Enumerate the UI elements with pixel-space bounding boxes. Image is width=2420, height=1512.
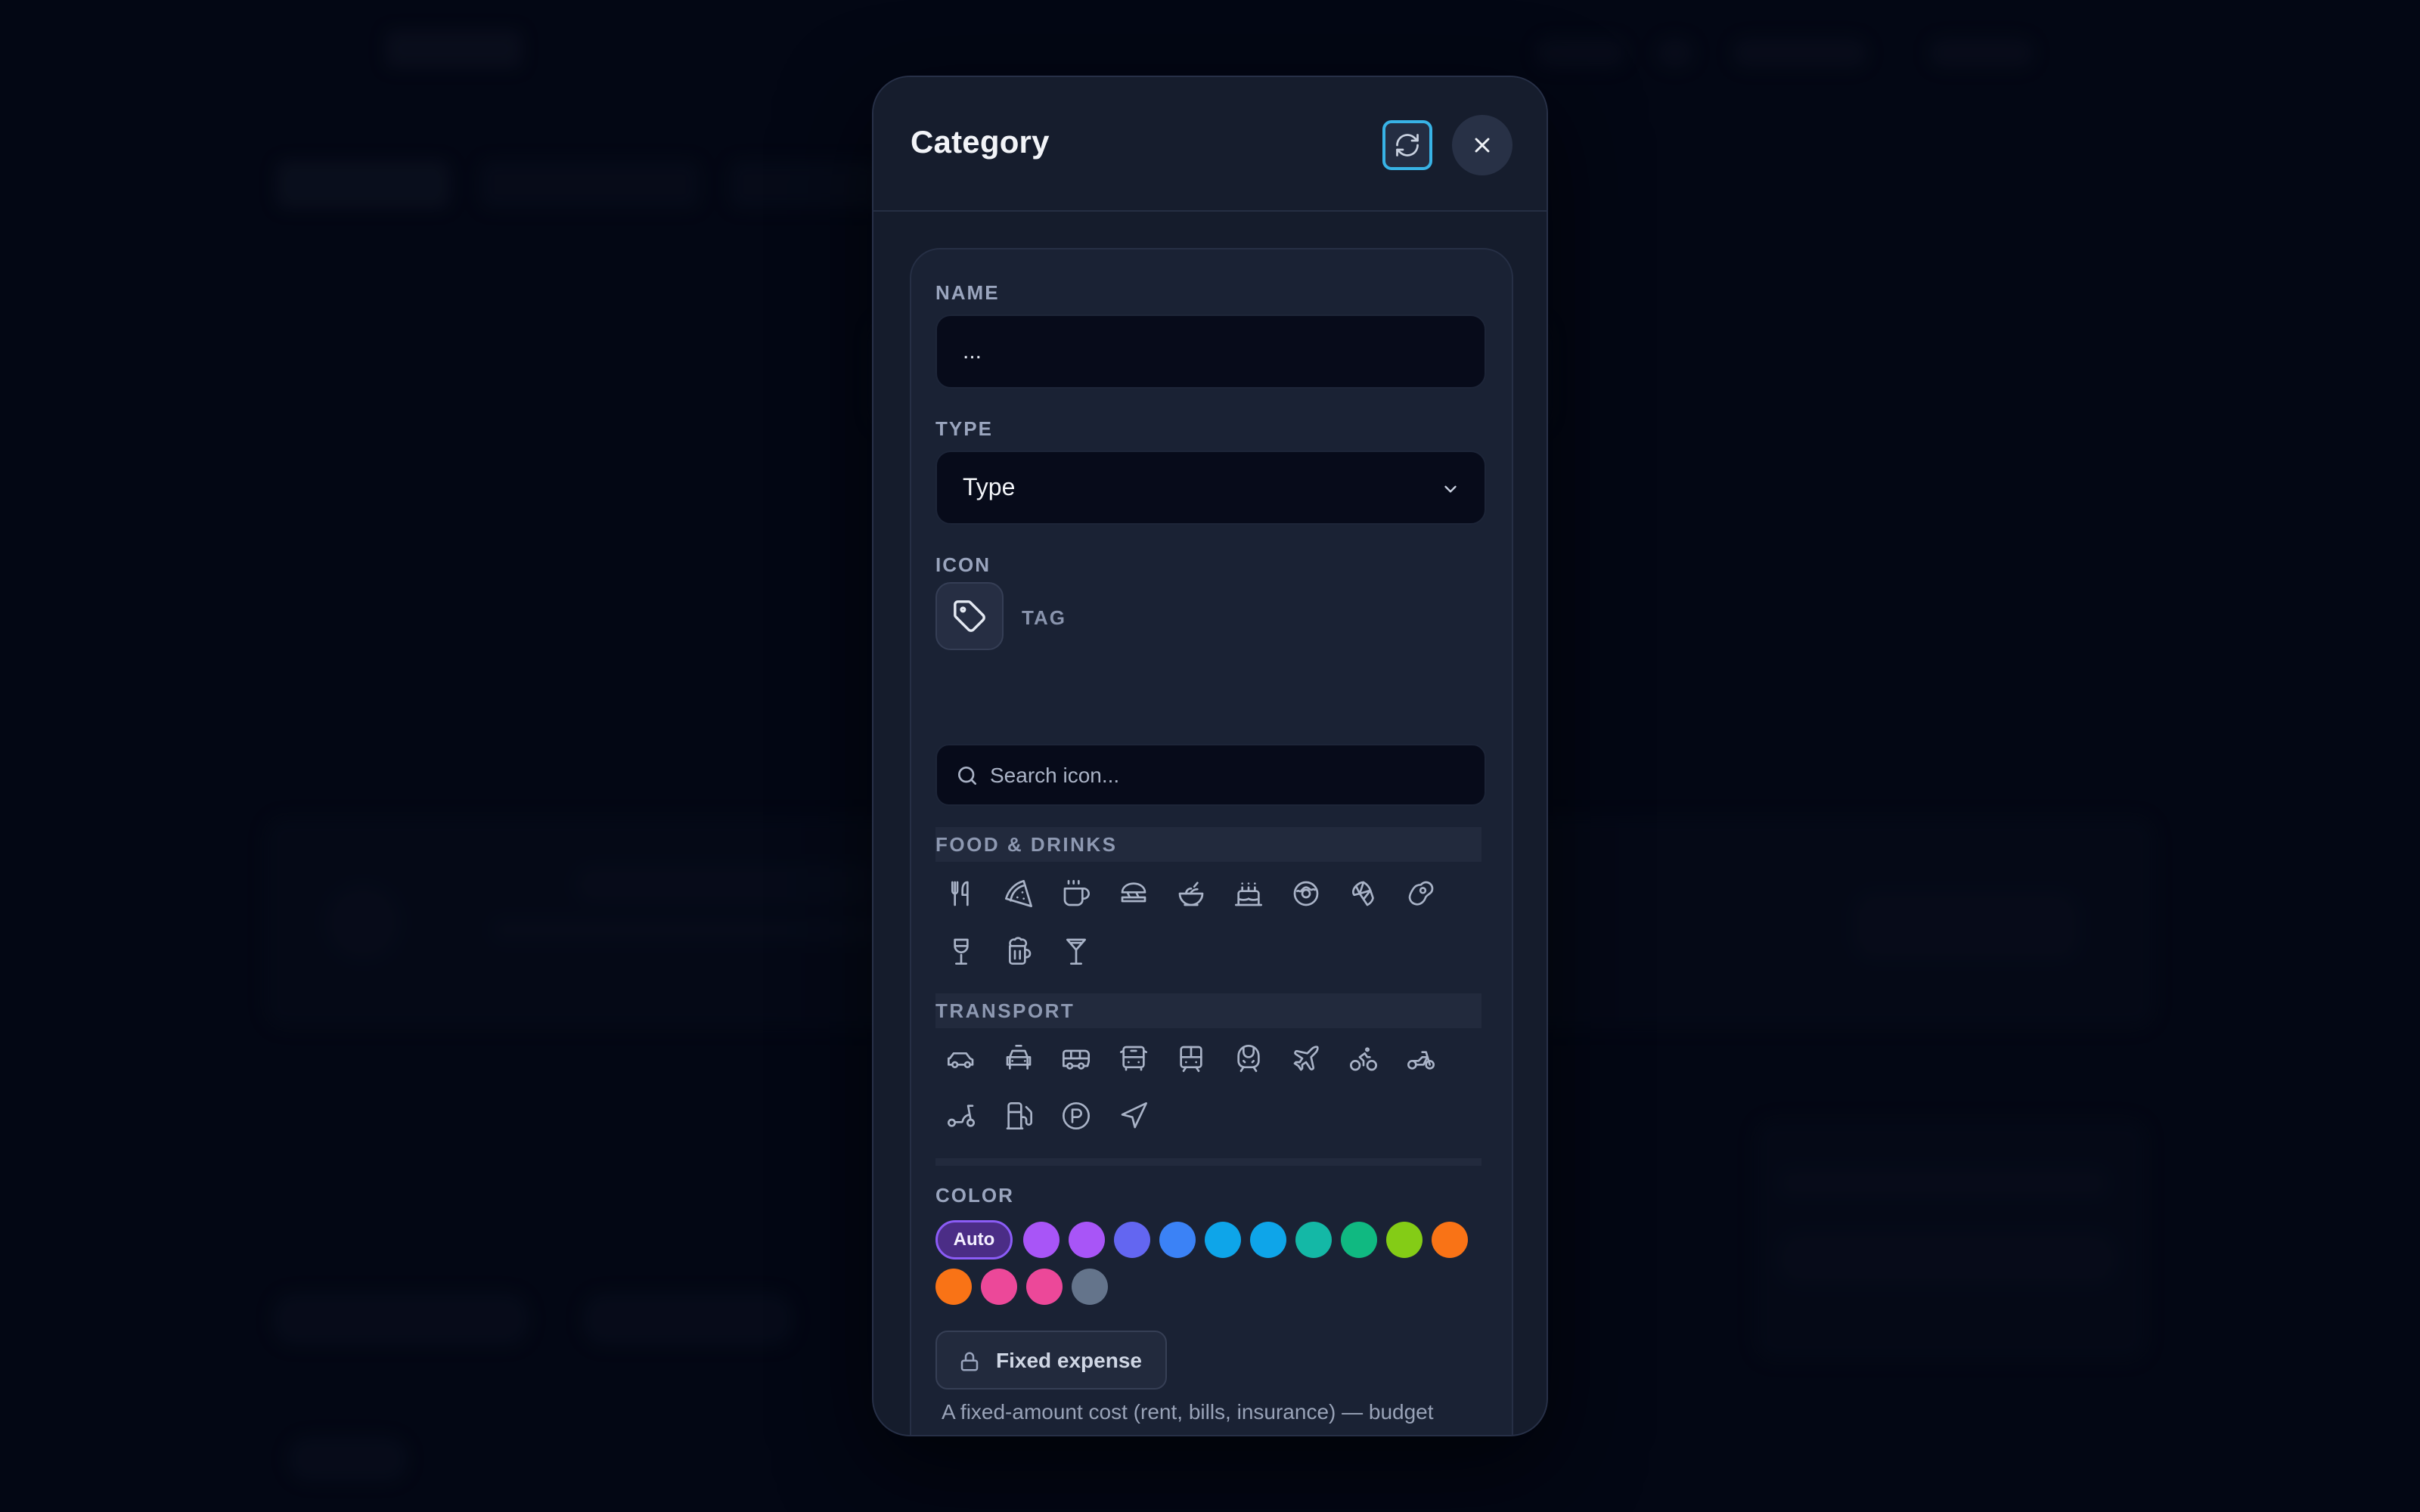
color-swatch[interactable]: [1159, 1222, 1196, 1258]
cocktail-icon-button[interactable]: [1053, 928, 1099, 974]
bus-icon-button[interactable]: [1053, 1036, 1099, 1081]
steak-icon: [1408, 881, 1434, 906]
color-swatch[interactable]: [1432, 1222, 1468, 1258]
donut-icon: [1293, 881, 1319, 906]
modal-title: Category: [911, 124, 1050, 160]
steak-icon-button[interactable]: [1398, 871, 1444, 916]
parking-icon-button[interactable]: [1053, 1093, 1099, 1139]
beer-icon-button[interactable]: [996, 928, 1041, 974]
plane-icon-button[interactable]: [1283, 1036, 1329, 1081]
wine-icon: [954, 938, 969, 965]
close-icon: [1475, 138, 1490, 153]
icon-grid-scroll-divider: [935, 1158, 1481, 1166]
motorcycle-icon-button[interactable]: [1398, 1036, 1444, 1081]
fixed-expense-label: Fixed expense: [996, 1349, 1142, 1372]
car-icon-button[interactable]: [939, 1036, 984, 1081]
taxi-icon-button[interactable]: [996, 1036, 1041, 1081]
salad-icon-button[interactable]: [1168, 871, 1214, 916]
scooter-icon-button[interactable]: [939, 1093, 984, 1139]
tram-icon: [1180, 1046, 1202, 1072]
color-swatch[interactable]: [1026, 1269, 1063, 1305]
motorcycle-icon: [1407, 1051, 1435, 1070]
croissant-icon: [1352, 881, 1374, 906]
color-swatch[interactable]: [1205, 1222, 1241, 1258]
coffee-icon-button[interactable]: [1053, 871, 1099, 916]
scooter-icon: [948, 1105, 975, 1127]
color-swatch[interactable]: [1341, 1222, 1377, 1258]
name-input-value: ...: [963, 339, 982, 364]
taxi-icon: [1006, 1045, 1032, 1070]
selected-icon-name: TAG: [1022, 606, 1066, 629]
refresh-icon: [1396, 134, 1419, 156]
color-swatch[interactable]: [1023, 1222, 1060, 1258]
train-icon: [1237, 1045, 1260, 1072]
name-input[interactable]: ...: [935, 314, 1486, 389]
color-swatch[interactable]: [1114, 1222, 1150, 1258]
cake-icon-button[interactable]: [1226, 871, 1271, 916]
pizza-icon: [1005, 880, 1032, 907]
plane-icon: [1293, 1046, 1319, 1071]
type-select-value: Type: [963, 473, 1016, 500]
color-swatch[interactable]: [935, 1269, 972, 1305]
color-label: COLOR: [935, 1184, 1014, 1207]
modal-header: Category: [873, 77, 1547, 212]
bicycle-icon-button[interactable]: [1341, 1036, 1386, 1081]
color-swatch[interactable]: [1072, 1269, 1108, 1305]
utensils-icon-button[interactable]: [939, 871, 984, 916]
bicycle-icon: [1350, 1047, 1377, 1071]
cocktail-icon: [1066, 938, 1086, 965]
color-swatch[interactable]: [1069, 1222, 1105, 1258]
color-auto-button[interactable]: Auto: [935, 1220, 1013, 1259]
category-modal: Category NAME ... TYPE Type ICON TAG Sea…: [872, 76, 1548, 1436]
navigation-icon: [1121, 1102, 1147, 1129]
parking-icon: [1063, 1102, 1090, 1129]
chevron-down-icon: [1444, 485, 1457, 493]
icon-label: ICON: [935, 553, 991, 576]
icon-search-input[interactable]: [990, 759, 1459, 792]
fixed-expense-description: A fixed-amount cost (rent, bills, insura…: [942, 1400, 1434, 1435]
category-form: NAME ... TYPE Type ICON TAG FOOD & DRINK…: [910, 248, 1513, 1435]
bus-front-icon-button[interactable]: [1111, 1036, 1156, 1081]
sandwich-icon-button[interactable]: [1111, 871, 1156, 916]
cake-icon: [1235, 882, 1262, 906]
salad-icon: [1178, 881, 1204, 906]
navigation-icon-button[interactable]: [1111, 1093, 1156, 1139]
tram-icon-button[interactable]: [1168, 1036, 1214, 1081]
section-header-food: FOOD & DRINKS: [935, 827, 1481, 862]
selected-icon-preview: [935, 582, 1004, 650]
section-header-transport: TRANSPORT: [935, 993, 1481, 1028]
color-swatch[interactable]: [1386, 1222, 1423, 1258]
name-label: NAME: [935, 281, 1000, 304]
pizza-icon-button[interactable]: [996, 871, 1041, 916]
donut-icon-button[interactable]: [1283, 871, 1329, 916]
croissant-icon-button[interactable]: [1341, 871, 1386, 916]
color-swatch[interactable]: [1295, 1222, 1332, 1258]
section-title-transport: TRANSPORT: [935, 999, 1075, 1022]
bus-front-icon: [1120, 1046, 1147, 1071]
lock-icon: [960, 1352, 979, 1371]
refresh-button[interactable]: [1382, 120, 1432, 170]
icon-search-field[interactable]: [935, 744, 1486, 806]
color-swatch[interactable]: [981, 1269, 1017, 1305]
section-title-food: FOOD & DRINKS: [935, 833, 1118, 856]
color-swatch[interactable]: [1250, 1222, 1286, 1258]
fuel-icon: [1006, 1102, 1032, 1129]
tag-icon: [954, 600, 985, 632]
sandwich-icon: [1121, 882, 1146, 903]
train-icon-button[interactable]: [1226, 1036, 1271, 1081]
beer-icon: [1009, 937, 1032, 965]
type-select[interactable]: Type: [935, 451, 1486, 525]
wine-icon-button[interactable]: [939, 928, 984, 974]
fixed-expense-toggle[interactable]: Fixed expense: [935, 1331, 1167, 1390]
car-icon: [948, 1052, 974, 1068]
utensils-icon: [951, 881, 969, 906]
fuel-icon-button[interactable]: [996, 1093, 1041, 1139]
search-icon: [958, 767, 976, 785]
bus-icon: [1063, 1049, 1090, 1070]
close-button[interactable]: [1452, 115, 1512, 175]
type-label: TYPE: [935, 417, 993, 440]
coffee-icon: [1063, 880, 1090, 906]
